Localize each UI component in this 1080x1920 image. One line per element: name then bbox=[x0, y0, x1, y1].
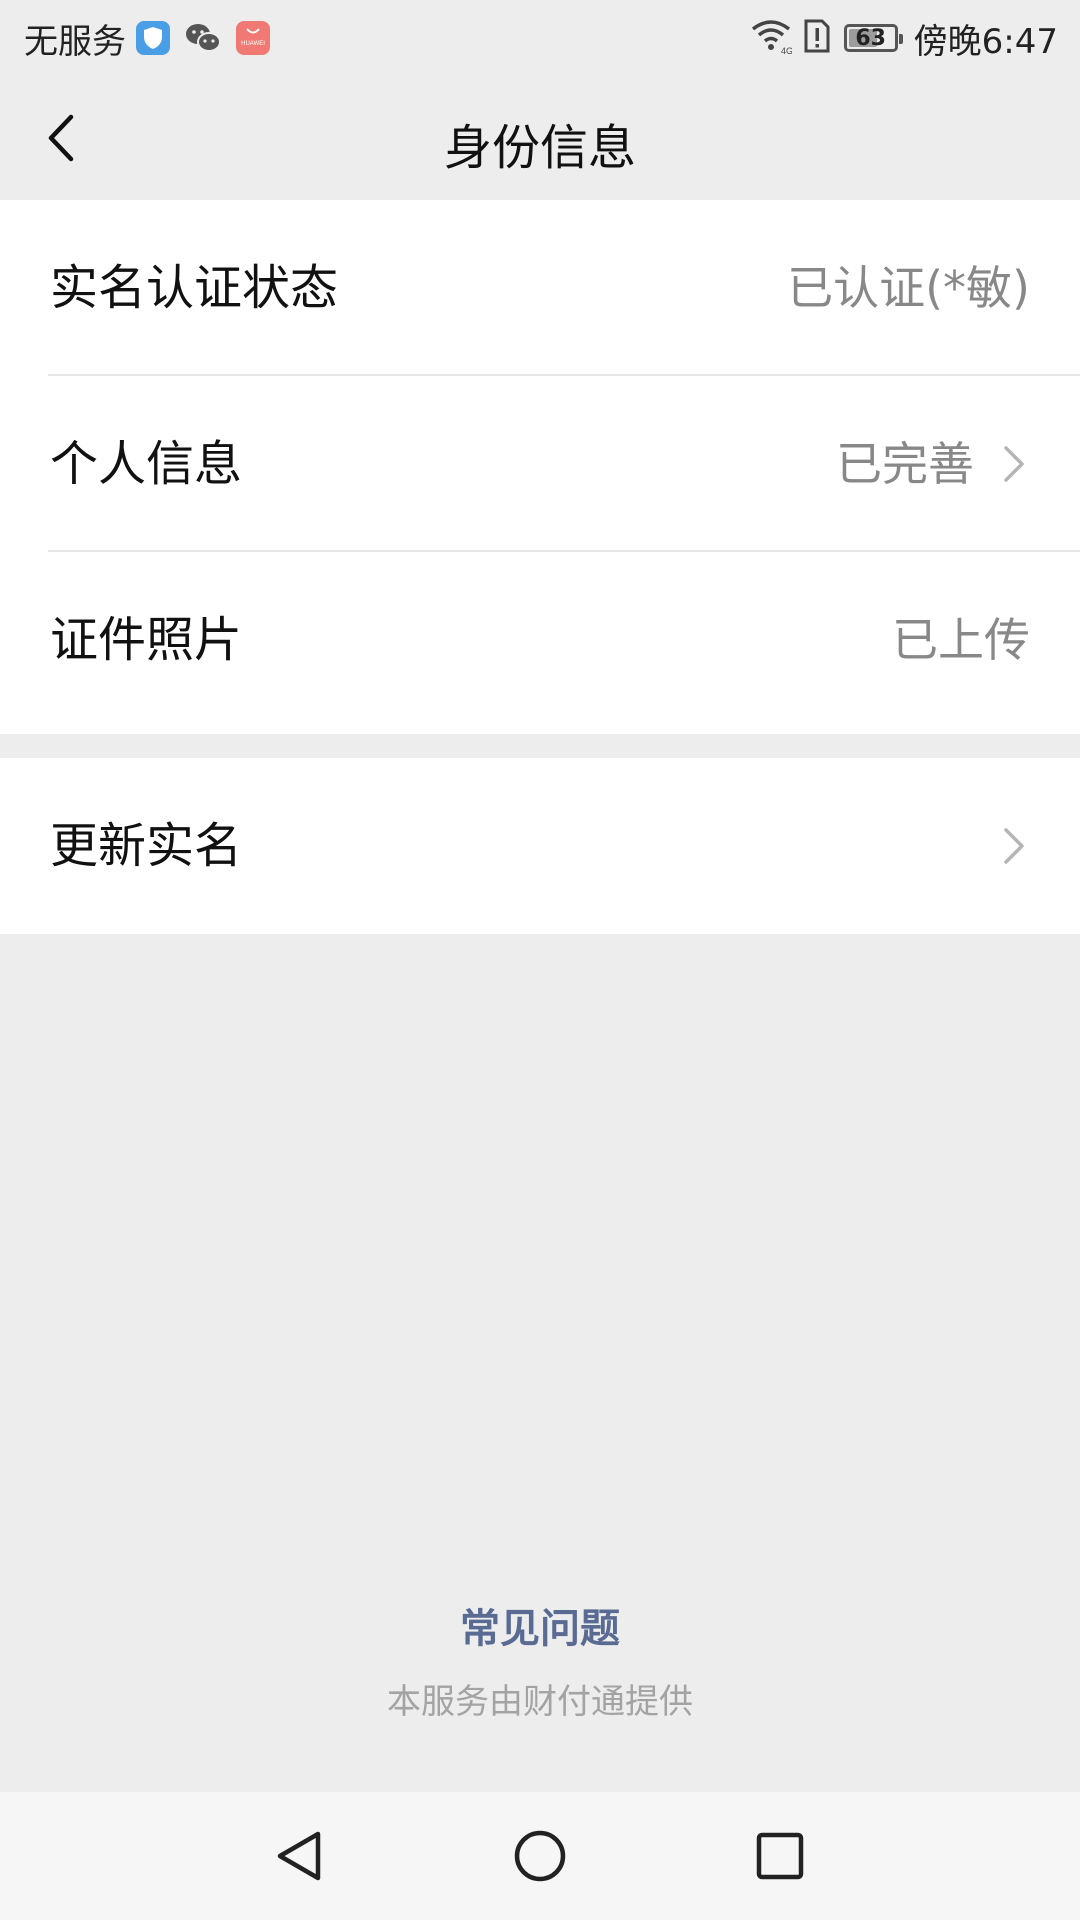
screen: 无服务 HUAWEI 4G 63 傍晚6:47 身份信息 实名认证状态 已认证(… bbox=[0, 0, 1080, 1920]
circle-home-icon bbox=[514, 1830, 566, 1882]
list-item-value: 已完善 bbox=[836, 437, 974, 491]
wifi-icon: 4G bbox=[750, 17, 793, 59]
list-item-value: 已认证(*敏) bbox=[787, 261, 1030, 315]
network-label: 4G bbox=[781, 46, 792, 55]
status-left: 无服务 HUAWEI bbox=[24, 14, 284, 62]
list-item-label: 证件照片 bbox=[50, 612, 243, 668]
shield-app-icon bbox=[136, 21, 170, 55]
nav-bar: 身份信息 bbox=[0, 76, 1080, 200]
system-back-button[interactable] bbox=[268, 1824, 332, 1888]
battery-icon: 63 bbox=[843, 24, 903, 52]
list-item-value: 已上传 bbox=[892, 613, 1030, 667]
list-item-verification-status: 实名认证状态 已认证(*敏) bbox=[0, 200, 1080, 376]
list-item-id-photo: 证件照片 已上传 bbox=[0, 552, 1080, 728]
square-recent-icon bbox=[756, 1832, 804, 1880]
chevron-right-icon bbox=[1004, 446, 1024, 482]
page-title: 身份信息 bbox=[443, 120, 636, 176]
battery-level: 63 bbox=[855, 25, 886, 51]
triangle-back-icon bbox=[277, 1831, 321, 1881]
clock: 傍晚6:47 bbox=[913, 21, 1058, 62]
sim-alert-icon bbox=[804, 19, 830, 57]
system-nav-bar bbox=[0, 1792, 1080, 1920]
chevron-right-icon bbox=[1004, 828, 1024, 864]
system-home-button[interactable] bbox=[508, 1824, 572, 1888]
identity-info-list: 实名认证状态 已认证(*敏) 个人信息 已完善 证件照片 已上传 bbox=[0, 200, 1080, 734]
list-item-label: 实名认证状态 bbox=[50, 260, 339, 316]
list-item-personal-info[interactable]: 个人信息 已完善 bbox=[0, 376, 1080, 552]
list-item-update-real-name[interactable]: 更新实名 bbox=[0, 758, 1080, 934]
system-recent-button[interactable] bbox=[748, 1824, 812, 1888]
carrier-label: 无服务 bbox=[24, 21, 126, 62]
huawei-badge-label: HUAWEI bbox=[241, 41, 265, 47]
update-section: 更新实名 bbox=[0, 758, 1080, 934]
wechat-icon bbox=[184, 21, 222, 55]
status-right: 4G 63 傍晚6:47 bbox=[738, 14, 1058, 62]
faq-link[interactable]: 常见问题 bbox=[0, 1596, 1080, 1654]
status-bar: 无服务 HUAWEI 4G 63 傍晚6:47 bbox=[0, 0, 1080, 76]
provider-note: 本服务由财付通提供 bbox=[387, 1682, 693, 1722]
huawei-app-icon: HUAWEI bbox=[236, 21, 270, 55]
list-item-label: 个人信息 bbox=[50, 436, 243, 492]
list-item-label: 更新实名 bbox=[50, 818, 243, 874]
